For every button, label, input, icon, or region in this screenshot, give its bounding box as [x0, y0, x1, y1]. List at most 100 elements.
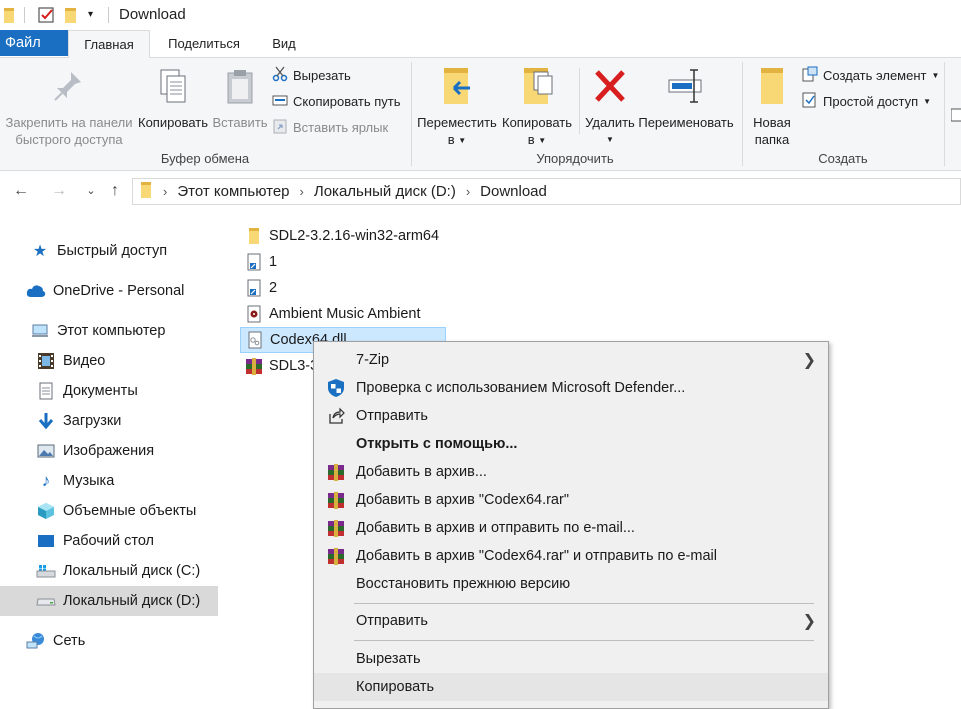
rename-button[interactable]: Переименовать — [636, 66, 736, 131]
nav-onedrive[interactable]: OneDrive - Personal — [0, 276, 218, 306]
paste-button[interactable]: Вставить — [212, 68, 268, 131]
menu-item-codex-rar-and-email[interactable]: Добавить в архив "Codex64.rar" и отправи… — [314, 542, 828, 570]
copy-path-button[interactable]: Скопировать путь — [272, 90, 401, 112]
recent-locations-button[interactable]: ⌄ — [80, 179, 102, 203]
winrar-icon — [326, 490, 346, 510]
paste-shortcut-label: Вставить ярлык — [293, 119, 389, 135]
cut-button[interactable]: Вырезать — [272, 64, 351, 86]
properties-icon[interactable] — [950, 108, 961, 125]
nav-label: Локальный диск (D:) — [63, 593, 201, 609]
nav-this-pc[interactable]: Этот компьютер — [0, 316, 218, 346]
menu-item-label: Открыть с помощью... — [356, 436, 518, 452]
nav-pictures[interactable]: Изображения — [0, 436, 218, 466]
copy-to-label-line2: в ▼ — [498, 131, 576, 149]
menu-item-add-to-archive[interactable]: Добавить в архив... — [314, 458, 828, 486]
chevron-right-icon: ❯ — [802, 613, 816, 630]
organize-group-label: Упорядочить — [536, 151, 614, 166]
menu-item-send-to[interactable]: Отправить ❯ — [314, 607, 828, 635]
divider — [108, 7, 109, 23]
breadcrumb-this-pc[interactable]: Этот компьютер — [177, 183, 289, 200]
menu-item-copy[interactable]: Копировать — [314, 673, 828, 701]
paste-shortcut-icon — [272, 118, 288, 137]
move-to-button[interactable]: Переместить в ▼ — [414, 66, 500, 149]
copy-to-button[interactable]: Копировать в ▼ — [498, 66, 576, 149]
up-button[interactable]: ↑ — [104, 179, 126, 203]
nav-disk-c[interactable]: Локальный диск (C:) — [0, 556, 218, 586]
tab-share[interactable]: Поделиться — [152, 30, 256, 58]
properties-icon[interactable] — [38, 6, 56, 27]
menu-item-share[interactable]: Отправить — [314, 402, 828, 430]
tab-home[interactable]: Главная — [68, 30, 150, 59]
ribbon-tabs: Файл Главная Поделиться Вид — [0, 30, 961, 59]
move-to-label-line2: в ▼ — [414, 131, 500, 149]
defender-shield-icon — [326, 378, 346, 398]
network-icon — [26, 631, 46, 651]
navigation-pane: ★ Быстрый доступ OneDrive - Personal Это… — [0, 213, 222, 709]
nav-documents[interactable]: Документы — [0, 376, 218, 406]
winrar-icon — [326, 518, 346, 538]
tab-file[interactable]: Файл — [0, 30, 68, 56]
desktop-icon — [36, 531, 56, 551]
copy-to-label-line1: Копировать — [502, 115, 572, 130]
chevron-down-icon: ▼ — [458, 136, 467, 146]
pin-quick-access-button[interactable]: Закрепить на панели быстрого доступа — [4, 68, 134, 148]
file-name: 2 — [269, 280, 278, 296]
nav-quick-access[interactable]: ★ Быстрый доступ — [0, 236, 218, 266]
menu-item-7zip[interactable]: 7-Zip ❯ — [314, 346, 828, 374]
nav-music[interactable]: ♪ Музыка — [0, 466, 218, 496]
list-item[interactable]: 1 — [240, 249, 277, 275]
file-name: SDL2-3.2.16-win32-arm64 — [269, 228, 440, 244]
chevron-right-icon: › — [299, 184, 304, 199]
menu-item-cut[interactable]: Вырезать — [314, 645, 828, 673]
new-item-button[interactable]: Создать элемент ▼ — [802, 64, 939, 86]
breadcrumb-download[interactable]: Download — [480, 183, 547, 200]
menu-item-defender-scan[interactable]: Проверка с использованием Microsoft Defe… — [314, 374, 828, 402]
address-bar[interactable]: › Этот компьютер › Локальный диск (D:) ›… — [132, 178, 961, 205]
media-file-icon — [245, 305, 263, 323]
move-to-label-in: в — [447, 132, 455, 147]
back-button[interactable]: ← — [10, 179, 32, 203]
winrar-icon — [326, 546, 346, 566]
list-item[interactable]: 2 — [240, 275, 277, 301]
nav-network[interactable]: Сеть — [0, 626, 218, 656]
film-icon — [36, 351, 56, 371]
context-menu: 7-Zip ❯ Проверка с использованием Micros… — [313, 341, 829, 709]
paste-shortcut-button[interactable]: Вставить ярлык — [272, 116, 388, 138]
new-folder-button[interactable]: Новая папка — [746, 66, 798, 148]
nav-desktop[interactable]: Рабочий стол — [0, 526, 218, 556]
customize-toolbar-icon[interactable]: ▾ — [88, 9, 93, 20]
pin-icon — [4, 68, 134, 110]
list-item[interactable]: SDL3-3 — [240, 353, 318, 379]
new-folder-icon[interactable] — [64, 6, 78, 27]
menu-item-restore-previous[interactable]: Восстановить прежнюю версию — [314, 570, 828, 598]
menu-item-add-to-codex-rar[interactable]: Добавить в архив "Codex64.rar" — [314, 486, 828, 514]
file-name: SDL3-3 — [269, 358, 319, 374]
copy-button[interactable]: Копировать — [136, 68, 210, 131]
forward-button[interactable]: → — [48, 179, 70, 203]
menu-item-archive-and-email[interactable]: Добавить в архив и отправить по e-mail..… — [314, 514, 828, 542]
nav-disk-d[interactable]: Локальный диск (D:) — [0, 586, 218, 616]
copy-to-icon — [498, 66, 576, 110]
easy-access-button[interactable]: Простой доступ ▼ — [802, 90, 931, 112]
nav-label: Загрузки — [63, 413, 122, 429]
tab-view[interactable]: Вид — [258, 30, 310, 58]
nav-label: Сеть — [53, 633, 86, 649]
share-icon — [326, 406, 346, 426]
new-item-label: Создать элемент — [823, 67, 927, 83]
image-icon — [36, 441, 56, 461]
menu-item-open-with[interactable]: Открыть с помощью... — [314, 430, 828, 458]
nav-videos[interactable]: Видео — [0, 346, 218, 376]
clipboard-group-label: Буфер обмена — [160, 151, 250, 166]
breadcrumb-disk-d[interactable]: Локальный диск (D:) — [314, 183, 456, 200]
delete-button[interactable]: Удалить ▼ — [582, 66, 638, 148]
cube-icon — [36, 501, 56, 521]
list-item[interactable]: SDL2-3.2.16-win32-arm64 — [240, 223, 439, 249]
list-item[interactable]: Ambient Music Ambient — [240, 301, 421, 327]
nav-label: Быстрый доступ — [57, 243, 168, 259]
winrar-icon — [326, 462, 346, 482]
window-title: Download — [119, 6, 186, 23]
nav-downloads[interactable]: Загрузки — [0, 406, 218, 436]
menu-item-label: 7-Zip — [356, 352, 390, 368]
chevron-down-icon: ▼ — [931, 70, 940, 80]
nav-3d-objects[interactable]: Объемные объекты — [0, 496, 218, 526]
